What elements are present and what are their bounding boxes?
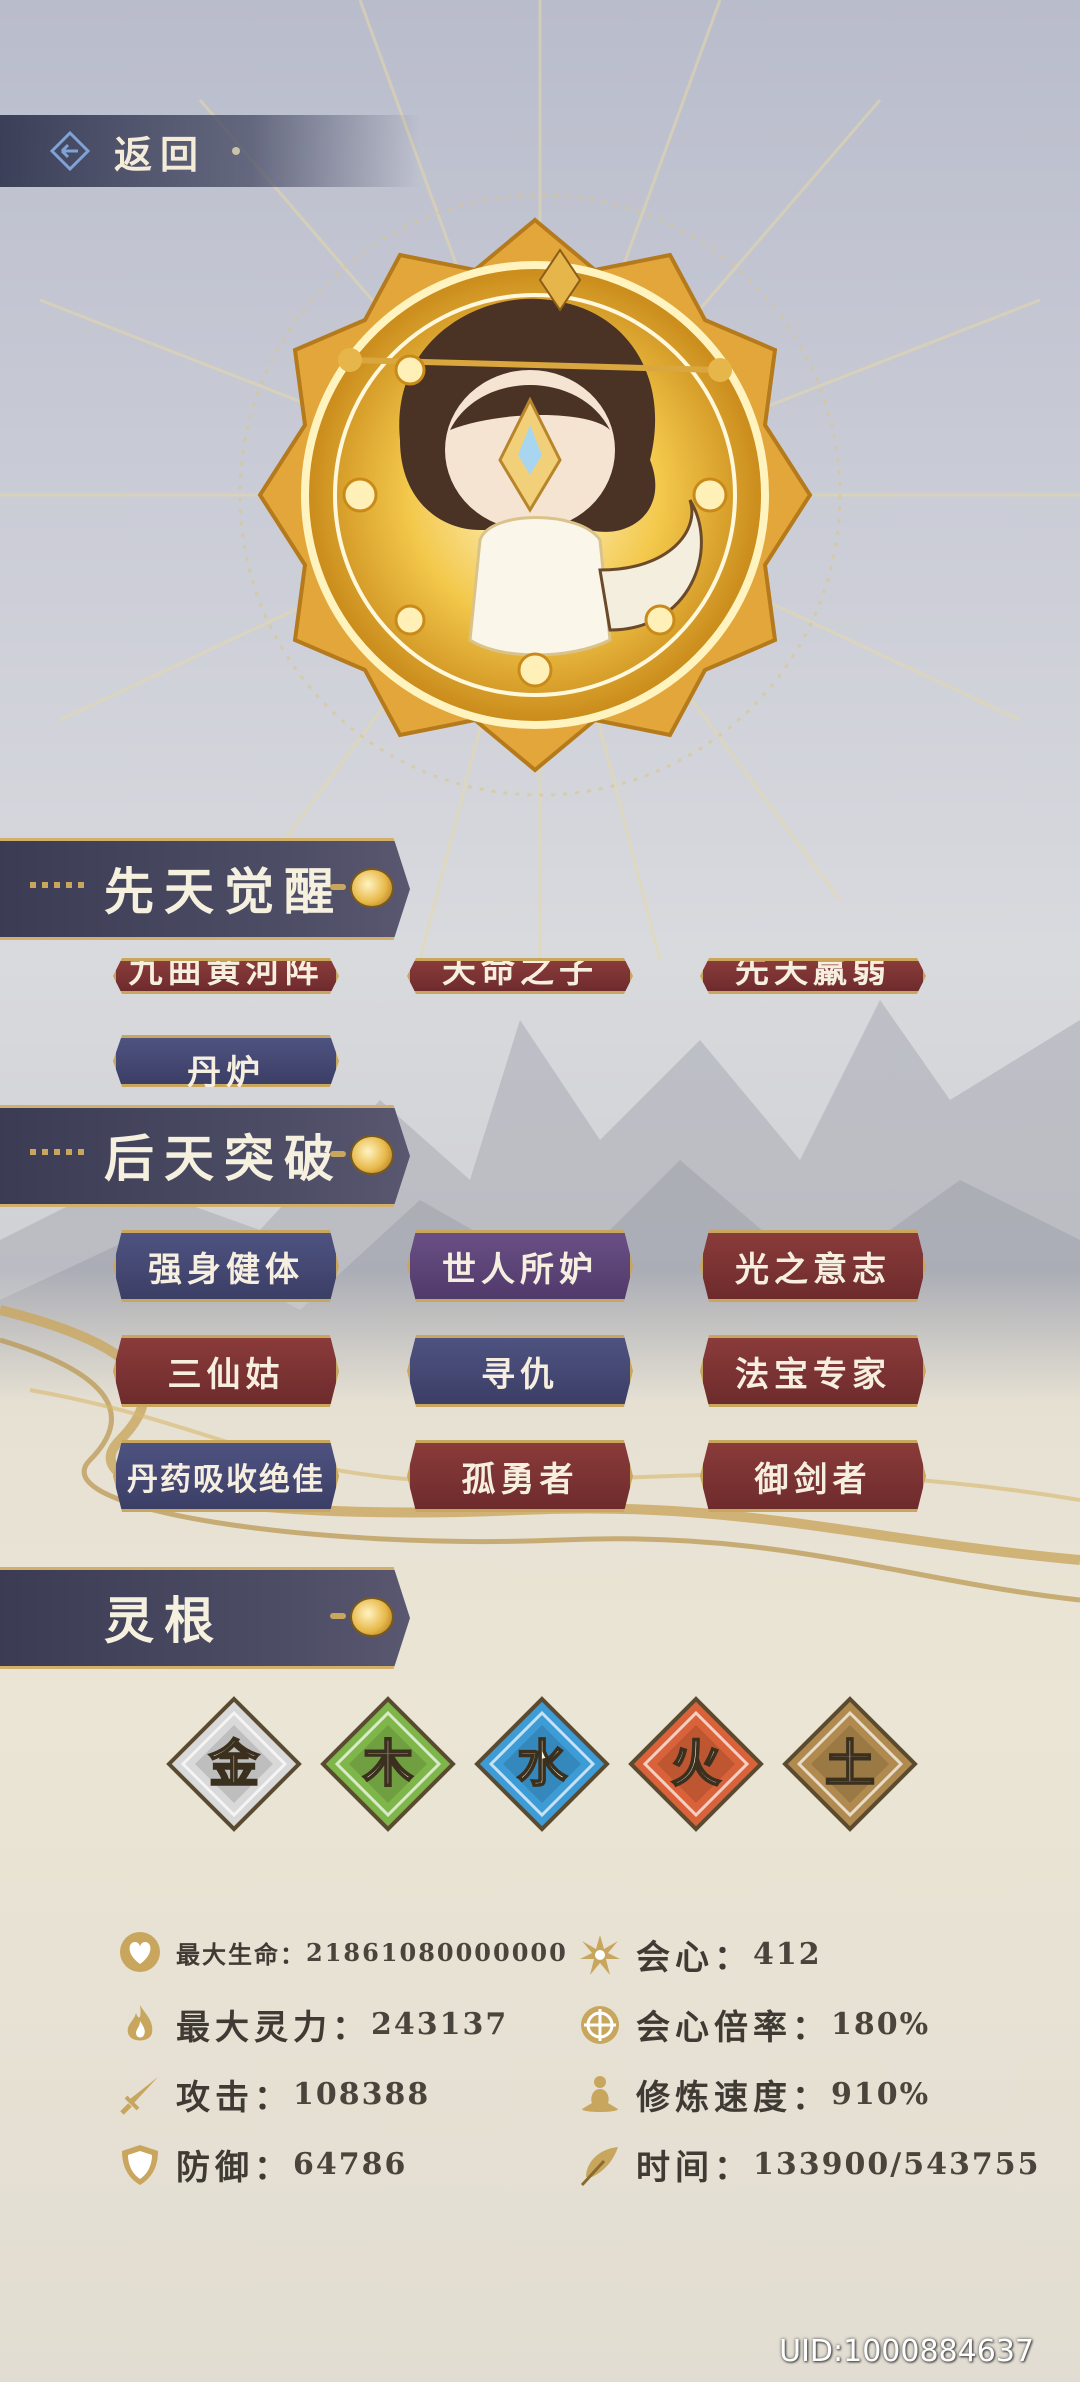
diamond-back-icon xyxy=(49,130,91,172)
gold-gem-icon xyxy=(330,1135,394,1175)
gold-gem-icon xyxy=(330,868,394,908)
skill-button-innate-1[interactable]: 九曲黄河阵 xyxy=(113,958,339,994)
stat-label: 时间： xyxy=(636,2148,753,2188)
stat-time: 时间： 133900/543755 xyxy=(578,2140,1040,2189)
metal-element-icon[interactable]: 金 xyxy=(165,1695,303,1833)
skill-button-innate-3[interactable]: 先天羸弱 xyxy=(700,958,926,994)
stat-label: 攻击： xyxy=(176,2078,293,2118)
element-char: 火 xyxy=(671,1734,721,1793)
skill-button-9[interactable]: 御剑者 xyxy=(700,1440,926,1512)
skill-label: 丹药吸收绝佳 xyxy=(127,1461,325,1498)
character-portrait[interactable] xyxy=(250,210,820,780)
dotted-lead-decoration xyxy=(30,1149,90,1155)
skill-button-innate-2[interactable]: 天命之子 xyxy=(407,958,633,994)
skill-label: 寻仇 xyxy=(481,1354,559,1395)
sword-icon xyxy=(120,2076,158,2115)
section-title-spirit-root: 灵根 xyxy=(104,1591,224,1650)
skill-button-2[interactable]: 世人所妒 xyxy=(407,1230,633,1302)
section-title-acquired: 后天突破 xyxy=(104,1129,344,1188)
back-button[interactable]: 返回 xyxy=(0,115,420,187)
skill-label: 九曲黄河阵 xyxy=(128,958,324,991)
dot-decoration xyxy=(232,147,241,155)
skill-button-7[interactable]: 丹药吸收绝佳 xyxy=(113,1440,339,1512)
skill-button-6[interactable]: 法宝专家 xyxy=(700,1335,926,1407)
stat-cultivation-speed: 修炼速度： 910% xyxy=(578,2070,930,2119)
section-header-innate: 先天觉醒 xyxy=(0,838,420,940)
skill-label: 法宝专家 xyxy=(735,1354,891,1395)
element-char: 木 xyxy=(363,1734,413,1793)
skill-label: 丹炉 xyxy=(187,1053,265,1093)
stat-value: 243137 xyxy=(371,2007,509,2042)
skill-button-danlu[interactable]: 丹炉 xyxy=(113,1035,339,1087)
wood-element-icon[interactable]: 木 xyxy=(319,1695,457,1833)
burst-icon xyxy=(580,1934,620,1975)
stat-max-hp: 最大生命： 21861080000000 xyxy=(118,1930,568,1974)
element-char: 土 xyxy=(825,1734,875,1793)
section-header-spirit-root: 灵根 xyxy=(0,1567,420,1669)
feather-icon xyxy=(580,2146,618,2186)
stat-value: 64786 xyxy=(293,2147,408,2182)
stat-attack: 攻击： 108388 xyxy=(118,2070,430,2119)
stat-value: 133900/543755 xyxy=(753,2147,1041,2182)
element-char: 金 xyxy=(209,1734,260,1793)
meditation-icon xyxy=(582,2075,618,2112)
stat-value: 108388 xyxy=(293,2077,431,2112)
shield-icon xyxy=(122,2144,158,2185)
back-label: 返回 xyxy=(114,131,207,177)
stat-value: 180% xyxy=(831,2007,931,2042)
skill-label: 光之意志 xyxy=(735,1249,891,1290)
stat-label: 防御： xyxy=(176,2148,293,2188)
skill-label: 先天羸弱 xyxy=(735,958,891,991)
skill-button-8[interactable]: 孤勇者 xyxy=(407,1440,633,1512)
stat-label: 会心倍率： xyxy=(636,2008,831,2048)
stat-label: 修炼速度： xyxy=(636,2078,831,2118)
skill-label: 天命之子 xyxy=(442,958,598,991)
skill-label: 强身健体 xyxy=(148,1249,304,1290)
skill-button-4[interactable]: 三仙姑 xyxy=(113,1335,339,1407)
stat-max-spirit: 最大灵力： 243137 xyxy=(118,2000,508,2049)
dotted-lead-decoration xyxy=(30,882,90,888)
stat-crit: 会心： 412 xyxy=(578,1930,822,1979)
water-element-icon[interactable]: 水 xyxy=(473,1695,611,1833)
skill-label: 御剑者 xyxy=(754,1459,872,1500)
stat-label: 最大生命： xyxy=(176,1939,306,1969)
stat-value: 412 xyxy=(753,1937,822,1972)
stat-value: 21861080000000 xyxy=(306,1937,568,1967)
skill-button-1[interactable]: 强身健体 xyxy=(113,1230,339,1302)
target-icon xyxy=(581,2005,619,2044)
stat-value: 910% xyxy=(831,2077,931,2112)
skill-label: 世人所妒 xyxy=(442,1249,598,1290)
stat-crit-rate: 会心倍率： 180% xyxy=(578,2000,930,2049)
heart-icon xyxy=(120,1932,160,1972)
section-title-innate: 先天觉醒 xyxy=(104,862,344,921)
fire-element-icon[interactable]: 火 xyxy=(627,1695,765,1833)
element-char: 水 xyxy=(517,1734,568,1793)
section-header-acquired: 后天突破 xyxy=(0,1105,420,1207)
skill-label: 孤勇者 xyxy=(461,1459,579,1500)
skill-button-3[interactable]: 光之意志 xyxy=(700,1230,926,1302)
stat-label: 最大灵力： xyxy=(176,2008,371,2048)
stat-label: 会心： xyxy=(636,1938,753,1978)
uid-label: UID:1000884637 xyxy=(779,2334,1034,2369)
gold-gem-icon xyxy=(330,1597,394,1637)
stat-defense: 防御： 64786 xyxy=(118,2140,407,2189)
flame-icon xyxy=(127,2004,153,2040)
skill-button-5[interactable]: 寻仇 xyxy=(407,1335,633,1407)
earth-element-icon[interactable]: 土 xyxy=(781,1695,919,1833)
skill-label: 三仙姑 xyxy=(167,1354,285,1395)
